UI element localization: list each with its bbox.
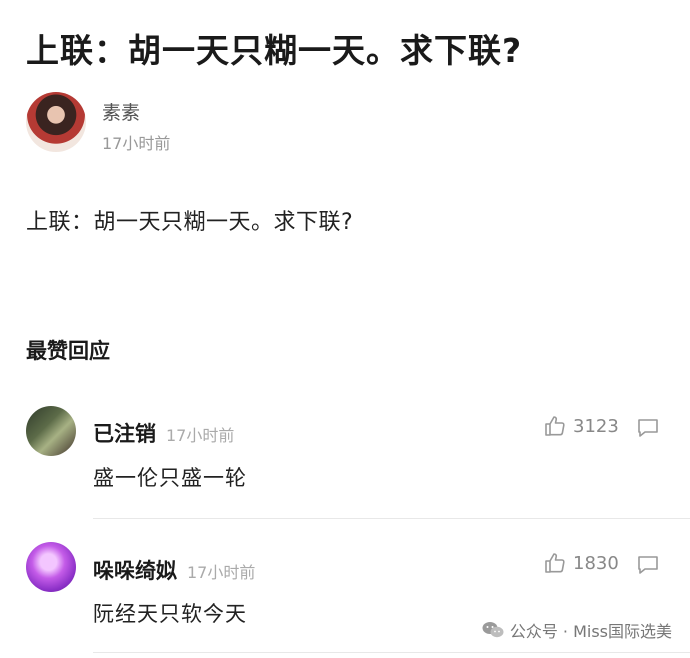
top-replies-heading: 最赞回应 bbox=[26, 339, 110, 363]
wechat-icon bbox=[482, 622, 504, 638]
like-button[interactable]: 1830 bbox=[543, 551, 619, 575]
divider bbox=[93, 652, 690, 653]
comment-text: 盛一伦只盛一轮 bbox=[93, 466, 247, 490]
like-button[interactable]: 3123 bbox=[543, 414, 619, 438]
comment-author[interactable]: 哚哚绮姒 17小时前 bbox=[93, 555, 255, 585]
comment-author-name[interactable]: 已注销 bbox=[93, 422, 156, 446]
post-body: 上联：胡一天只糊一天。求下联? bbox=[26, 210, 354, 235]
avatar[interactable] bbox=[26, 406, 76, 456]
reply-icon[interactable] bbox=[637, 418, 659, 438]
author-avatar[interactable] bbox=[26, 92, 86, 152]
comment-timestamp: 17小时前 bbox=[187, 563, 256, 582]
like-count: 1830 bbox=[573, 552, 619, 574]
like-count: 3123 bbox=[573, 415, 619, 437]
avatar[interactable] bbox=[26, 542, 76, 592]
comment-author[interactable]: 已注销 17小时前 bbox=[93, 418, 234, 448]
comment-timestamp: 17小时前 bbox=[166, 426, 235, 445]
post-page: 上联：胡一天只糊一天。求下联? 素素 17小时前 上联：胡一天只糊一天。求下联?… bbox=[0, 0, 690, 658]
reply-icon[interactable] bbox=[637, 555, 659, 575]
watermark-text: 公众号 · Miss国际选美 bbox=[509, 622, 672, 641]
watermark: 公众号 · Miss国际选美 bbox=[482, 618, 672, 642]
post-title: 上联：胡一天只糊一天。求下联? bbox=[26, 31, 523, 70]
divider bbox=[93, 518, 690, 519]
thumbs-up-icon bbox=[545, 416, 565, 436]
thumbs-up-icon bbox=[545, 553, 565, 573]
comment-text: 阮经天只软今天 bbox=[93, 602, 247, 626]
post-timestamp: 17小时前 bbox=[102, 134, 171, 153]
comment-author-name[interactable]: 哚哚绮姒 bbox=[93, 559, 177, 583]
author-name[interactable]: 素素 bbox=[102, 98, 140, 125]
